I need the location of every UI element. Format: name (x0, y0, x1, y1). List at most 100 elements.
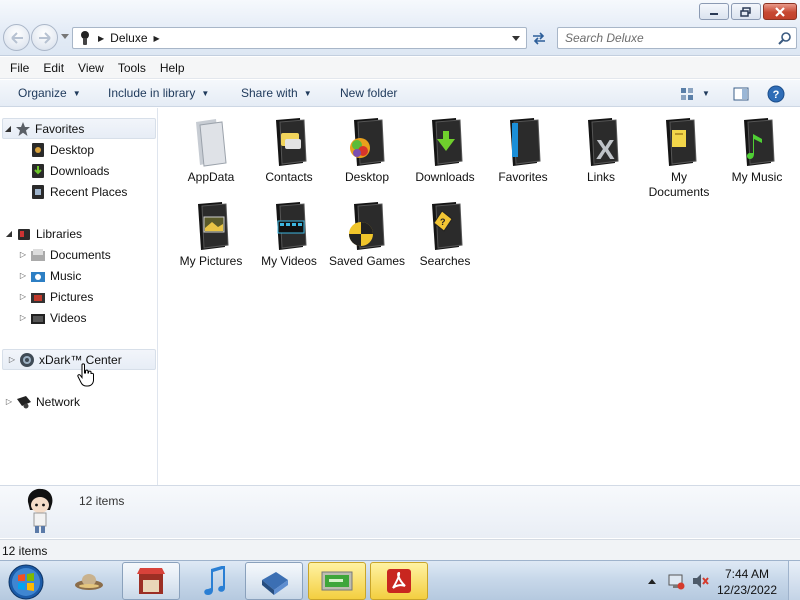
include-in-library-label: Include in library (108, 86, 196, 100)
xdark-center-icon (20, 352, 34, 367)
show-desktop-button[interactable] (788, 561, 800, 600)
file-item-links[interactable]: X Links (562, 117, 640, 185)
file-item-contacts[interactable]: Contacts (250, 117, 328, 185)
nav-network[interactable]: ▷ Network (0, 391, 157, 412)
restore-button[interactable] (731, 3, 761, 20)
expanded-arrow-icon[interactable]: ◢ (3, 124, 13, 133)
back-button[interactable] (3, 24, 30, 51)
user-avatar-icon (27, 488, 53, 533)
new-folder-button[interactable]: New folder (340, 80, 397, 107)
forward-button[interactable] (31, 24, 58, 51)
file-item-appdata[interactable]: AppData (172, 117, 250, 185)
share-with-button[interactable]: Share with ▼ (241, 80, 312, 107)
nav-libraries[interactable]: ◢ Libraries (0, 223, 157, 244)
file-item-desktop[interactable]: Desktop (328, 117, 406, 185)
nav-favorites[interactable]: ◢ Favorites (2, 118, 156, 139)
nav-pictures[interactable]: ▷ Pictures (0, 286, 157, 307)
chevron-right-icon[interactable]: ▶ (98, 34, 104, 43)
show-hidden-icons-icon[interactable] (647, 577, 657, 585)
status-bar: 12 items (0, 539, 800, 560)
collapsed-arrow-icon[interactable]: ▷ (18, 313, 28, 322)
nav-desktop[interactable]: Desktop (0, 139, 157, 160)
caption-buttons (697, 3, 797, 20)
help-icon: ? (767, 85, 785, 102)
menu-help[interactable]: Help (153, 57, 192, 79)
minimize-button[interactable] (699, 3, 729, 20)
menu-view[interactable]: View (71, 57, 111, 79)
desktop-folder-icon (32, 142, 44, 157)
organize-button[interactable]: Organize ▼ (18, 80, 81, 107)
network-icon (17, 395, 31, 408)
close-button[interactable] (763, 3, 797, 20)
file-label: Saved Games (328, 254, 406, 268)
nav-videos-label: Videos (50, 310, 87, 325)
menu-edit[interactable]: Edit (36, 57, 71, 79)
nav-recent-places[interactable]: Recent Places (0, 181, 157, 202)
search-input[interactable] (565, 29, 770, 47)
menu-tools[interactable]: Tools (111, 57, 153, 79)
expanded-arrow-icon[interactable]: ◢ (4, 229, 14, 238)
taskbar-app-explorer[interactable] (245, 562, 303, 600)
recent-pages-dropdown-icon[interactable] (61, 34, 69, 40)
breadcrumb-deluxe[interactable]: Deluxe (110, 31, 147, 45)
minimize-icon (710, 12, 718, 15)
volume-muted-icon[interactable] (691, 572, 709, 590)
search-icon[interactable] (778, 31, 792, 45)
start-button[interactable] (6, 563, 46, 600)
taskbar-app-acrobat[interactable] (370, 562, 428, 600)
libraries-icon (18, 228, 30, 240)
refresh-button[interactable] (528, 28, 550, 48)
view-options-icon (681, 87, 694, 100)
file-item-saved-games[interactable]: Saved Games (328, 201, 406, 269)
searches-folder-icon: ? (432, 202, 463, 250)
include-in-library-button[interactable]: Include in library ▼ (108, 80, 209, 107)
nav-documents[interactable]: ▷ Documents (0, 244, 157, 265)
taskbar-app-music[interactable] (184, 562, 242, 600)
file-item-downloads[interactable]: Downloads (406, 117, 484, 185)
menu-bar: File Edit View Tools Help (0, 57, 800, 79)
nav-music[interactable]: ▷ Music (0, 265, 157, 286)
file-item-favorites[interactable]: Favorites (484, 117, 562, 185)
search-box[interactable] (557, 27, 797, 49)
change-view-button[interactable]: ▼ (676, 83, 714, 104)
menu-file[interactable]: File (3, 57, 36, 79)
file-item-searches[interactable]: ? Searches (406, 201, 484, 269)
file-label: Favorites (498, 170, 548, 184)
preview-pane-button[interactable] (731, 83, 751, 104)
collapsed-arrow-icon[interactable]: ▷ (18, 292, 28, 301)
file-item-my-pictures[interactable]: My Pictures (172, 201, 250, 269)
taskbar-app-green-card[interactable] (308, 562, 366, 600)
collapsed-arrow-icon[interactable]: ▷ (18, 271, 28, 280)
collapsed-arrow-icon[interactable]: ▷ (7, 355, 17, 364)
restore-icon (740, 6, 751, 17)
star-icon (16, 121, 30, 136)
address-bar[interactable]: ▶ Deluxe ▶ (72, 27, 527, 49)
network-tray-icon[interactable] (667, 572, 685, 590)
desktop-folder-icon (350, 118, 385, 166)
svg-text:X: X (596, 134, 615, 165)
file-item-my-documents[interactable]: My Documents (640, 117, 718, 200)
collapsed-arrow-icon[interactable]: ▷ (18, 250, 28, 259)
green-card-app-icon (321, 571, 353, 591)
file-item-my-music[interactable]: My Music (718, 117, 796, 185)
taskbar: 7:44 AM 12/23/2022 (0, 560, 800, 600)
taskbar-app-store[interactable] (122, 562, 180, 600)
user-folder-icon (81, 31, 89, 45)
navigation-buttons (3, 24, 59, 52)
nav-videos[interactable]: ▷ Videos (0, 307, 157, 328)
help-button[interactable]: ? (766, 83, 786, 104)
taskbar-app-ufo[interactable] (60, 562, 118, 600)
file-list-pane: AppData Contacts Desktop Downloads Favor… (159, 108, 800, 485)
back-arrow-icon (10, 31, 23, 44)
address-dropdown-icon[interactable] (511, 32, 521, 44)
nav-network-label: Network (36, 394, 81, 409)
ufo-app-icon (75, 574, 103, 590)
hand-cursor-icon (77, 363, 94, 387)
file-item-my-videos[interactable]: My Videos (250, 201, 328, 269)
taskbar-clock[interactable]: 7:44 AM 12/23/2022 (712, 566, 782, 598)
videos-folder-icon (276, 202, 307, 250)
nav-downloads[interactable]: Downloads (0, 160, 157, 181)
preview-pane-icon (733, 87, 749, 100)
collapsed-arrow-icon[interactable]: ▷ (4, 397, 14, 406)
chevron-right-icon[interactable]: ▶ (154, 34, 160, 43)
